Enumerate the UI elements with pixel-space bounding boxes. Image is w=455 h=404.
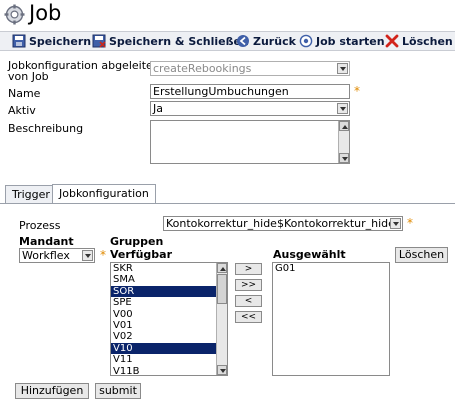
textarea-scrollbar[interactable] (338, 121, 349, 163)
required-marker: * (100, 248, 106, 262)
prozess-value: Kontokorrektur_hide$Kontokorrektur_hide (166, 217, 395, 230)
save-close-label: Speichern & Schließen (109, 34, 249, 48)
aktiv-label: Aktiv (8, 104, 36, 117)
mandant-label: Mandant (19, 235, 74, 248)
list-item[interactable]: V00 (111, 309, 227, 320)
delete-label: Löschen (402, 34, 453, 48)
tab-divider (0, 203, 455, 204)
page-title: Job (29, 1, 62, 25)
tab-jobkonfiguration[interactable]: Jobkonfiguration (52, 184, 156, 203)
back-label: Zurück (253, 34, 296, 48)
start-job-button[interactable]: Job starten (299, 33, 385, 49)
name-value: ErstellungUmbuchungen (153, 85, 289, 98)
red-x-icon (385, 34, 399, 48)
move-all-right-button[interactable]: >> (235, 279, 262, 291)
prozess-select[interactable]: Kontokorrektur_hide$Kontokorrektur_hide (163, 216, 403, 231)
available-groups-list[interactable]: SKRSMASORSPEV00V01V02V10V11V11BV11K (110, 262, 228, 376)
list-item[interactable]: V02 (111, 331, 227, 342)
scroll-down-icon[interactable] (339, 153, 349, 163)
list-item[interactable]: G01 (273, 263, 389, 274)
back-arrow-icon (237, 35, 249, 47)
scroll-thumb[interactable] (217, 274, 227, 304)
start-job-label: Job starten (316, 34, 385, 48)
scroll-up-icon[interactable] (217, 263, 227, 273)
name-label: Name (8, 87, 41, 100)
ausgewaehlt-label: Ausgewählt (273, 248, 346, 261)
list-item[interactable]: V11 (111, 354, 227, 365)
selected-items: G01 (273, 263, 389, 274)
name-input[interactable]: ErstellungUmbuchungen (150, 84, 350, 99)
clear-selected-button[interactable]: Löschen (395, 247, 448, 263)
move-right-button[interactable]: > (235, 263, 262, 275)
play-circle-icon (299, 34, 313, 48)
back-button[interactable]: Zurück (236, 33, 296, 49)
floppy-disk-icon (12, 34, 26, 48)
add-button[interactable]: Hinzufügen (15, 383, 89, 399)
required-marker: * (354, 84, 360, 98)
move-left-button[interactable]: < (235, 295, 262, 307)
chevron-down-icon (337, 63, 348, 74)
list-item[interactable]: SMA (111, 274, 227, 285)
list-item[interactable]: SOR (111, 285, 227, 298)
scroll-down-icon[interactable] (217, 365, 227, 375)
aktiv-select[interactable]: Ja (150, 101, 350, 116)
list-item[interactable]: SKR (111, 263, 227, 274)
available-scrollbar[interactable] (216, 263, 227, 375)
delete-button[interactable]: Löschen (385, 33, 453, 49)
save-close-button[interactable]: Speichern & Schließen (92, 33, 249, 49)
mandant-select[interactable]: Workflex (19, 248, 95, 263)
beschreibung-textarea[interactable] (150, 120, 350, 164)
floppy-disk-close-icon (92, 34, 106, 48)
mandant-value: Workflex (22, 249, 70, 262)
selected-groups-list[interactable]: G01 (272, 262, 390, 376)
list-item[interactable]: SPE (111, 297, 227, 308)
jobconfig-select[interactable]: createRebookings (150, 61, 350, 76)
chevron-down-icon (82, 250, 93, 261)
submit-button[interactable]: submit (95, 383, 141, 399)
tab-trigger[interactable]: Trigger (5, 185, 57, 203)
aktiv-value: Ja (153, 102, 163, 115)
list-item[interactable]: V11B (111, 366, 227, 375)
save-label: Speichern (29, 34, 92, 48)
move-all-left-button[interactable]: << (235, 311, 262, 323)
prozess-label: Prozess (19, 219, 61, 232)
list-item[interactable]: V10 (111, 342, 227, 355)
gruppen-label: Gruppen (110, 235, 164, 248)
beschreibung-label: Beschreibung (8, 122, 84, 135)
job-gear-icon (4, 4, 25, 25)
required-marker: * (407, 216, 413, 230)
scroll-up-icon[interactable] (339, 121, 349, 131)
verfuegbar-label: Verfügbar (110, 248, 173, 261)
jobconfig-label-line2: von Job (8, 70, 49, 83)
chevron-down-icon (390, 218, 401, 229)
save-button[interactable]: Speichern (12, 33, 91, 49)
list-item[interactable]: V01 (111, 320, 227, 331)
title-bar: Job (0, 0, 455, 31)
available-items: SKRSMASORSPEV00V01V02V10V11V11BV11K (111, 263, 227, 375)
chevron-down-icon (337, 103, 348, 114)
jobconfig-value: createRebookings (153, 62, 252, 75)
